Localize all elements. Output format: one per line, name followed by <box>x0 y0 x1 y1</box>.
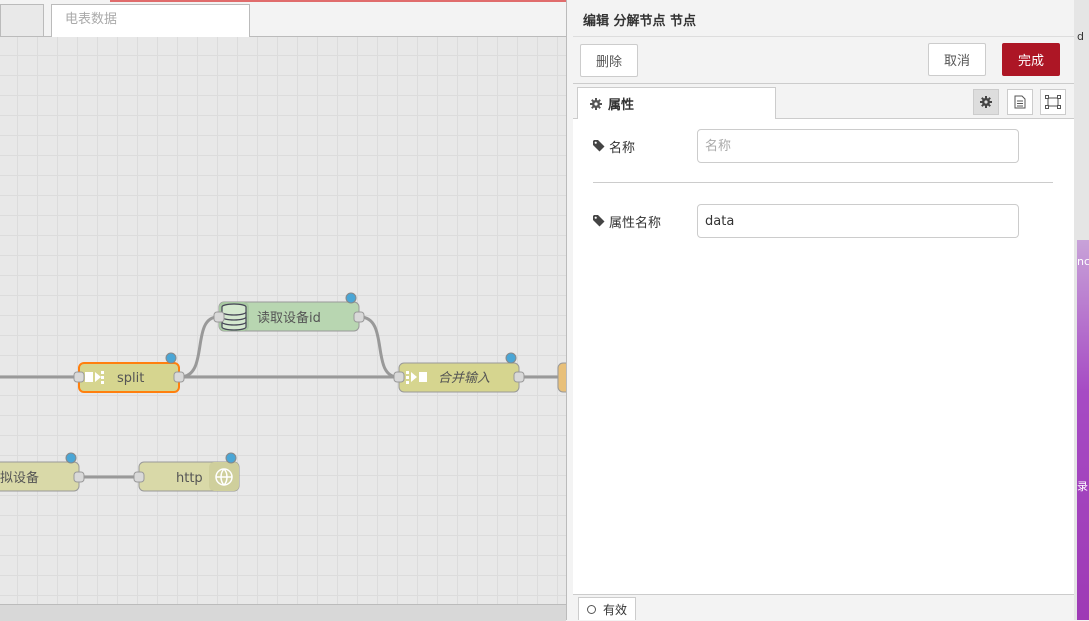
done-button[interactable]: 完成 <box>1002 43 1060 76</box>
tray-toolbar: 删除 取消 完成 <box>573 37 1074 84</box>
node-label-split: split <box>117 371 144 386</box>
form-divider <box>593 182 1053 183</box>
description-tab-button[interactable] <box>1007 89 1033 115</box>
flow-tabs-bar: 电表数据 <box>0 0 566 37</box>
node-changed-indicator <box>505 352 517 364</box>
node-changed-indicator <box>225 452 237 464</box>
node-output-port[interactable] <box>353 311 365 323</box>
node-input-port[interactable] <box>213 311 225 323</box>
node-output-port[interactable] <box>73 471 85 483</box>
database-icon <box>221 303 247 331</box>
editor-tray: 编辑 分解节点 节点 删除 取消 完成 属性 名称 名称 属性名称 data 有… <box>566 0 1075 620</box>
appearance-tab-button[interactable] <box>1040 89 1066 115</box>
frame-icon <box>1045 95 1061 109</box>
node-changed-indicator <box>345 292 357 304</box>
node-label-http: http <box>176 471 203 486</box>
tag-icon <box>593 215 605 227</box>
node-label-device: 拟设备 <box>0 470 39 486</box>
node-input-port[interactable] <box>73 371 85 383</box>
properties-tabs-bar: 属性 <box>573 84 1074 119</box>
tray-top-accent <box>110 0 610 2</box>
flow-tab-label: 电表数据 <box>65 12 118 27</box>
gear-icon <box>980 96 992 108</box>
strip-text: 录 <box>1077 480 1088 493</box>
flow-workspace: 电表数据 读取设备id split 合并输入 拟设备 http <box>0 0 610 621</box>
node-join[interactable]: 合并输入 <box>393 352 525 393</box>
property-row: 属性名称 <box>593 204 1019 238</box>
node-http[interactable]: http <box>133 452 240 492</box>
wire-db-to-join <box>359 315 399 379</box>
node-virtual-device[interactable]: 拟设备 <box>0 452 85 492</box>
delete-button[interactable]: 删除 <box>580 44 638 77</box>
flow-canvas[interactable]: 读取设备id split 合并输入 拟设备 http <box>0 37 566 604</box>
node-input-port[interactable] <box>393 371 405 383</box>
flow-tab-previous[interactable] <box>0 4 44 36</box>
tray-header: 编辑 分解节点 节点 <box>573 0 1074 37</box>
workspace-footer <box>0 604 566 621</box>
node-split[interactable]: split <box>73 352 185 393</box>
property-label: 属性名称 <box>593 212 697 231</box>
property-label-text: 属性名称 <box>609 215 662 231</box>
document-icon <box>1014 95 1026 109</box>
node-changed-indicator <box>65 452 77 464</box>
node-enabled-toggle[interactable]: 有效 <box>578 597 637 620</box>
name-label-text: 名称 <box>609 140 636 156</box>
cancel-button[interactable]: 取消 <box>928 43 986 76</box>
name-label: 名称 <box>593 137 697 156</box>
wire-split-to-db <box>179 315 219 379</box>
gear-icon <box>590 97 602 110</box>
name-input[interactable] <box>697 129 1019 163</box>
node-output-port[interactable] <box>173 371 185 383</box>
tab-properties-label: 属性 <box>608 98 635 113</box>
name-row: 名称 <box>593 129 1019 163</box>
node-enabled-label: 有效 <box>603 602 628 617</box>
background-window-strip: d nc 录 <box>1074 0 1089 620</box>
tray-footer: 有效 <box>573 595 1074 620</box>
tab-properties[interactable]: 属性 <box>577 87 776 119</box>
property-name-input[interactable] <box>697 204 1019 238</box>
node-changed-indicator <box>165 352 177 364</box>
settings-tab-button[interactable] <box>973 89 999 115</box>
node-label-join: 合并输入 <box>438 371 490 386</box>
desktop-background <box>1077 240 1089 620</box>
circle-icon <box>587 604 596 614</box>
node-partial-right[interactable] <box>557 362 566 393</box>
tray-body: 属性 名称 名称 属性名称 data <box>573 84 1074 595</box>
node-input-port[interactable] <box>133 471 145 483</box>
strip-text: d <box>1077 30 1084 43</box>
tag-icon <box>593 140 605 152</box>
tray-title: 编辑 分解节点 节点 <box>583 14 697 29</box>
strip-text: nc <box>1077 255 1089 268</box>
node-label-db: 读取设备id <box>257 310 321 326</box>
node-output-port[interactable] <box>513 371 525 383</box>
flow-tab-meter-data[interactable]: 电表数据 <box>51 4 250 37</box>
node-read-device-id[interactable]: 读取设备id <box>213 292 365 332</box>
